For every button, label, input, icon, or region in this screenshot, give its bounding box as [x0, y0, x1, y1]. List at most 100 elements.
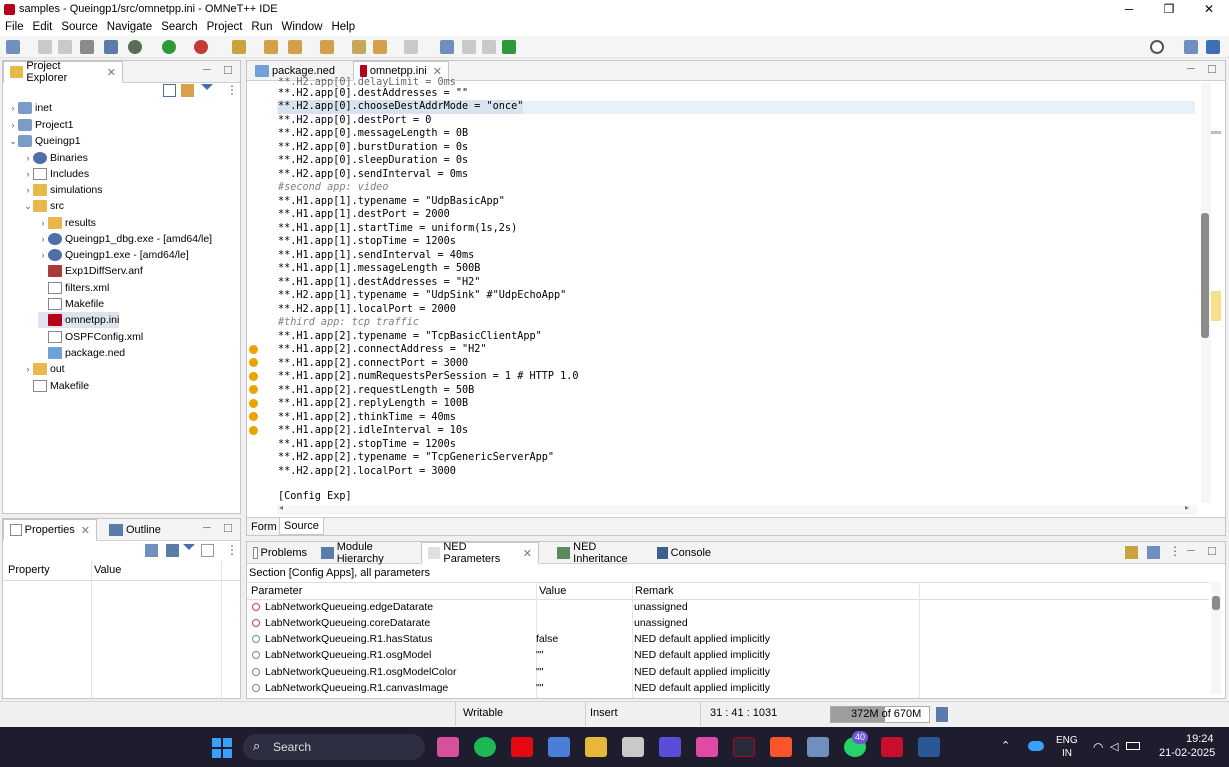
print-icon[interactable] — [80, 40, 94, 54]
filter-icon[interactable] — [201, 84, 213, 90]
code-line[interactable]: **.H1.app[2].thinkTime = 40ms — [278, 411, 456, 425]
tree-item-makefile[interactable]: Makefile — [38, 296, 104, 312]
code-line[interactable]: **.H1.app[2].requestLength = 50B — [278, 384, 474, 398]
run-icon[interactable] — [162, 40, 176, 54]
code-line[interactable]: **.H2.app[0].destPort = 0 — [278, 114, 431, 128]
col-header-value[interactable]: Value — [539, 585, 566, 597]
tree-item-inet[interactable]: › inet — [8, 100, 52, 116]
code-line[interactable]: **.H1.app[1].startTime = uniform(1s,2s) — [278, 222, 517, 236]
search-icon[interactable] — [1150, 40, 1164, 54]
collapse-arrow-icon[interactable]: ⌄ — [23, 201, 33, 212]
filter-icon[interactable] — [183, 544, 195, 550]
app-icon[interactable] — [696, 737, 718, 757]
scrollbar-thumb[interactable] — [1212, 596, 1220, 610]
open-perspective-icon[interactable] — [1184, 40, 1198, 54]
tree-item-package-ned[interactable]: package.ned — [38, 345, 125, 361]
table-row[interactable]: LabNetworkQueueing.R1.canvasImage "" NED d… — [248, 680, 1208, 696]
acrobat-icon[interactable] — [881, 737, 903, 757]
show-hidden-icons[interactable]: ⌃ — [1001, 739, 1010, 752]
menu-run[interactable]: Run — [251, 21, 272, 33]
expand-arrow-icon[interactable]: › — [8, 120, 18, 130]
minimize-view-icon[interactable]: ─ — [203, 64, 211, 76]
tab-project-explorer[interactable]: Project Explorer ✕ — [3, 60, 123, 84]
close-tab-icon[interactable]: ✕ — [523, 547, 532, 560]
scrollbar-thumb[interactable] — [1201, 213, 1209, 338]
tree-item-makefile-root[interactable]: Makefile — [23, 378, 89, 394]
battery-icon[interactable] — [1126, 742, 1140, 750]
code-line[interactable]: **.H1.app[1].typename = "UdpBasicApp" — [278, 195, 505, 209]
minimize-view-icon[interactable]: ─ — [1187, 545, 1195, 557]
minimize-button[interactable]: ─ — [1109, 0, 1149, 18]
menu-edit[interactable]: Edit — [33, 21, 53, 33]
horizontal-scrollbar[interactable]: ◂ ▸ — [277, 503, 1197, 515]
close-button[interactable]: ✕ — [1189, 0, 1229, 18]
app-icon[interactable] — [733, 737, 755, 757]
view-menu-icon[interactable]: ⋮ — [226, 83, 238, 97]
region-indicator[interactable]: IN — [1062, 748, 1072, 759]
save-icon[interactable] — [38, 40, 52, 54]
tab-ned-inheritance[interactable]: NED Inheritance — [551, 541, 655, 565]
collapse-all-icon[interactable] — [163, 84, 176, 97]
tree-item-omnetpp-ini[interactable]: omnetpp.ini — [38, 312, 120, 328]
tool-icon[interactable] — [232, 40, 246, 54]
maximize-view-icon[interactable]: ☐ — [1207, 63, 1217, 76]
back-history-icon[interactable] — [352, 40, 366, 54]
categories-icon[interactable] — [166, 544, 179, 557]
code-line[interactable]: **.H2.app[1].localPort = 2000 — [278, 303, 456, 317]
volume-icon[interactable]: ◁ — [1110, 740, 1118, 753]
table-row[interactable]: LabNetworkQueueing.edgeDatarate unassigne… — [248, 599, 1208, 615]
code-line[interactable]: **.H1.app[2].numRequestsPerSession = 1 #… — [278, 370, 579, 384]
maximize-button[interactable]: ❐ — [1149, 0, 1189, 18]
nav-forward-icon[interactable] — [482, 40, 496, 54]
language-indicator[interactable]: ENG — [1056, 735, 1078, 746]
brave-browser-icon[interactable] — [770, 737, 792, 757]
tree-item-includes[interactable]: › Includes — [23, 166, 89, 182]
maximize-view-icon[interactable]: ☐ — [223, 64, 233, 77]
tree-item-project1[interactable]: › Project1 — [8, 117, 74, 133]
expand-arrow-icon[interactable]: › — [23, 169, 33, 179]
forward-icon[interactable] — [404, 40, 418, 54]
omnetpp-ide-active-icon[interactable] — [807, 737, 829, 757]
tab-module-hierarchy[interactable]: Module Hierarchy — [315, 541, 421, 565]
table-row[interactable]: LabNetworkQueueing.coreDatarate unassigne… — [248, 615, 1208, 631]
menu-project[interactable]: Project — [207, 21, 243, 33]
clock-date[interactable]: 21-02-2025 — [1159, 747, 1215, 759]
taskbar-search-box[interactable]: ⌕ Search — [243, 734, 425, 760]
menu-window[interactable]: Window — [282, 21, 323, 33]
expand-arrow-icon[interactable]: › — [38, 218, 48, 228]
maximize-view-icon[interactable]: ☐ — [223, 522, 233, 535]
app-icon[interactable] — [659, 737, 681, 757]
pin-icon[interactable] — [1147, 546, 1160, 559]
code-line[interactable]: **.H1.app[1].stopTime = 1200s — [278, 235, 456, 249]
code-line[interactable]: **.H2.app[1].typename = "UdpSink" #"UdpE… — [278, 289, 566, 303]
tab-outline[interactable]: Outline — [103, 519, 169, 541]
code-line[interactable]: **.H2.app[0].messageLength = 0B — [278, 127, 468, 141]
maximize-view-icon[interactable]: ☐ — [1207, 545, 1217, 558]
tab-form[interactable]: Form — [251, 521, 277, 533]
expand-arrow-icon[interactable]: › — [8, 103, 18, 113]
warning-icon[interactable] — [249, 385, 258, 394]
clock-time[interactable]: 19:24 — [1186, 733, 1214, 745]
menu-file[interactable]: File — [5, 21, 24, 33]
expand-arrow-icon[interactable]: › — [23, 364, 33, 374]
code-line-selected[interactable]: **.H2.app[0].chooseDestAddrMode = "once" — [278, 100, 524, 114]
menu-navigate[interactable]: Navigate — [107, 21, 152, 33]
pin-editor-icon[interactable] — [440, 40, 454, 54]
minimize-view-icon[interactable]: ─ — [1187, 63, 1195, 75]
tree-item-out[interactable]: › out — [23, 361, 65, 377]
file-explorer-icon[interactable] — [585, 737, 607, 757]
new-icon[interactable] — [6, 40, 20, 54]
code-line[interactable]: **.H2.app[2].typename = "TcpGenericServe… — [278, 451, 554, 465]
minimize-view-icon[interactable]: ─ — [203, 522, 211, 534]
profile-icon[interactable] — [194, 40, 208, 54]
scroll-left-icon[interactable]: ◂ — [279, 503, 283, 512]
wifi-icon[interactable]: ◠ — [1093, 740, 1103, 754]
code-line[interactable]: **.H1.app[2].idleInterval = 10s — [278, 424, 468, 438]
view-menu-icon[interactable]: ⋮ — [1169, 544, 1181, 558]
tree-item-simulations[interactable]: › simulations — [23, 182, 103, 198]
code-line[interactable]: **.H1.app[2].typename = "TcpBasicClientA… — [278, 330, 542, 344]
tree-item-filters-xml[interactable]: filters.xml — [38, 280, 109, 296]
tab-properties[interactable]: Properties ✕ — [3, 519, 97, 541]
code-line[interactable]: **.H1.app[2].replyLength = 100B — [278, 397, 468, 411]
tree-item-anf[interactable]: Exp1DiffServ.anf — [38, 263, 143, 279]
